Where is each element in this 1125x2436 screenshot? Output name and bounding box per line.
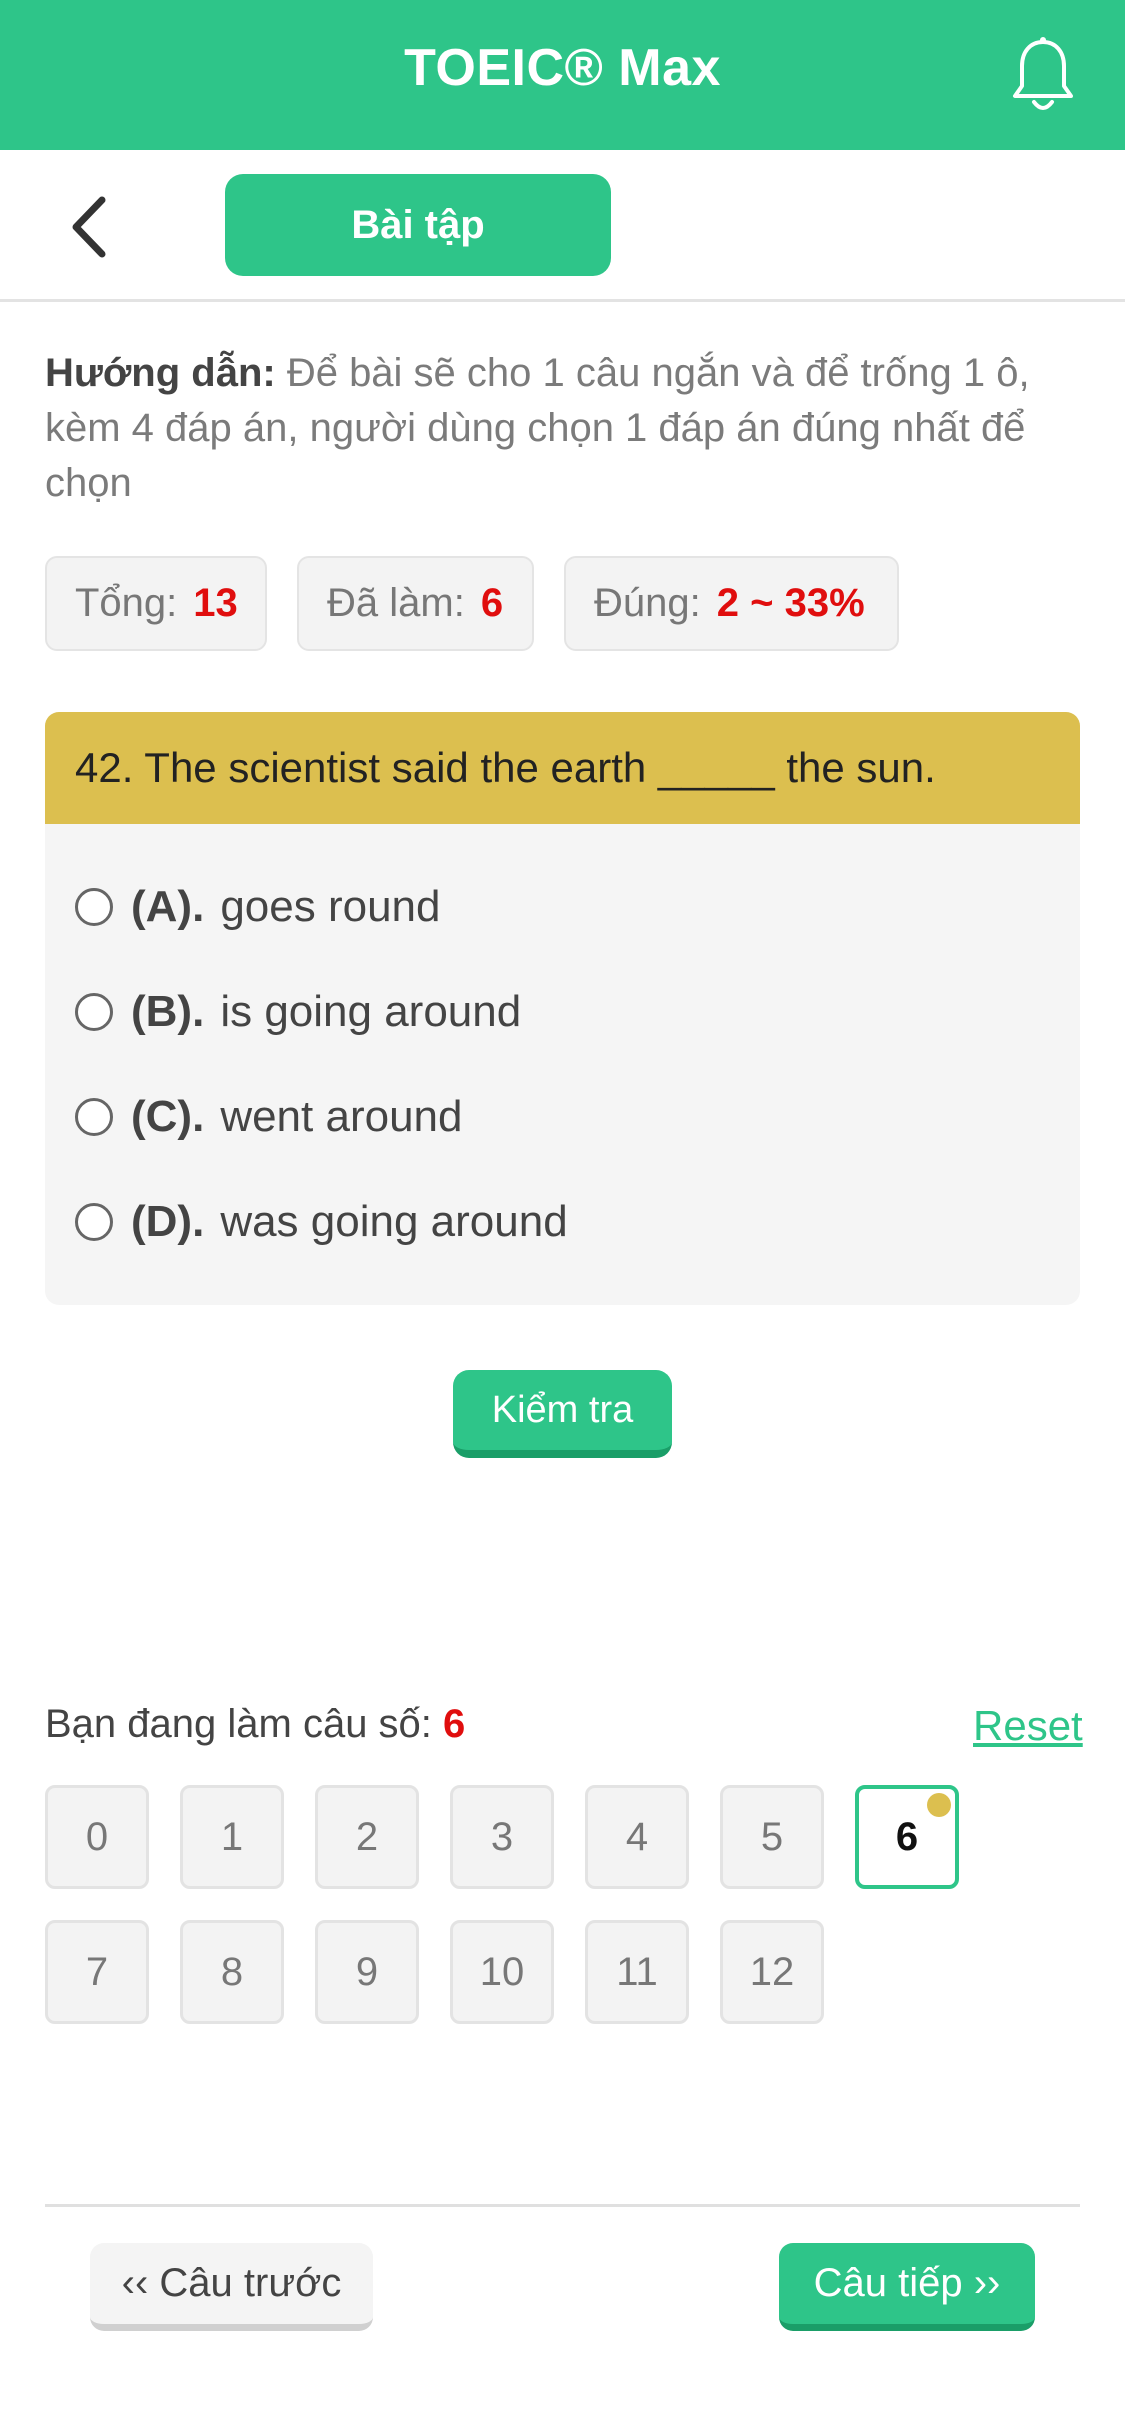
question-number-label: 6 bbox=[895, 1814, 919, 1859]
current-marker-dot bbox=[927, 1793, 951, 1817]
question-text: 42. The scientist said the earth _____ t… bbox=[45, 712, 1080, 824]
sub-header: Bài tập bbox=[0, 150, 1125, 302]
question-number-button[interactable]: 9 bbox=[315, 1920, 419, 2024]
option-text: is going around bbox=[220, 987, 522, 1036]
option-text: was going around bbox=[220, 1197, 568, 1246]
reset-link[interactable]: Reset bbox=[973, 1702, 1083, 1750]
current-question-text: Bạn đang làm câu số: bbox=[45, 1702, 432, 1746]
question-number-button[interactable]: 11 bbox=[585, 1920, 689, 2024]
question-card: 42. The scientist said the earth _____ t… bbox=[45, 712, 1080, 1305]
current-question-number: 6 bbox=[443, 1702, 466, 1746]
stat-done-label: Đã làm: bbox=[327, 581, 465, 625]
next-question-button[interactable]: Câu tiếp ›› bbox=[779, 2243, 1035, 2331]
app-header: TOEIC® Max bbox=[0, 0, 1125, 150]
question-number-button[interactable]: 3 bbox=[450, 1785, 554, 1889]
instructions-label: Hướng dẫn: bbox=[45, 351, 276, 395]
option-text: went around bbox=[220, 1092, 463, 1141]
option-letter: (D). bbox=[131, 1197, 205, 1246]
stat-correct-label: Đúng: bbox=[594, 581, 701, 625]
screen: TOEIC® Max Bài tập Hướng dẫn: Để bài sẽ … bbox=[0, 0, 1125, 2436]
option-letter: (C). bbox=[131, 1092, 205, 1141]
question-number-button[interactable]: 12 bbox=[720, 1920, 824, 2024]
stat-total-value: 13 bbox=[193, 581, 238, 625]
bell-icon[interactable] bbox=[1010, 36, 1076, 116]
stat-total: Tổng: 13 bbox=[45, 556, 267, 651]
option-d[interactable]: (D). was going around bbox=[75, 1192, 568, 1252]
previous-question-button[interactable]: ‹‹ Câu trước bbox=[90, 2243, 373, 2331]
option-letter: (B). bbox=[131, 987, 205, 1036]
stat-done: Đã làm: 6 bbox=[297, 556, 534, 651]
radio-button[interactable] bbox=[75, 888, 113, 926]
current-question-label: Bạn đang làm câu số: 6 bbox=[45, 1702, 465, 1747]
question-number-button[interactable]: 0 bbox=[45, 1785, 149, 1889]
radio-button[interactable] bbox=[75, 1203, 113, 1241]
option-a[interactable]: (A). goes round bbox=[75, 877, 440, 937]
question-number-button[interactable]: 8 bbox=[180, 1920, 284, 2024]
question-number-button-active[interactable]: 6 bbox=[855, 1785, 959, 1889]
question-number-button[interactable]: 4 bbox=[585, 1785, 689, 1889]
question-number-button[interactable]: 2 bbox=[315, 1785, 419, 1889]
check-button[interactable]: Kiểm tra bbox=[453, 1370, 672, 1458]
radio-button[interactable] bbox=[75, 1098, 113, 1136]
stat-total-label: Tổng: bbox=[75, 581, 178, 625]
instructions: Hướng dẫn: Để bài sẽ cho 1 câu ngắn và đ… bbox=[45, 346, 1085, 511]
question-number-button[interactable]: 7 bbox=[45, 1920, 149, 2024]
footer-divider bbox=[45, 2204, 1080, 2207]
option-c[interactable]: (C). went around bbox=[75, 1087, 462, 1147]
tab-bai-tap[interactable]: Bài tập bbox=[225, 174, 611, 276]
stat-correct-value: 2 ~ 33% bbox=[716, 581, 865, 625]
chevron-left-icon[interactable] bbox=[62, 192, 118, 262]
radio-button[interactable] bbox=[75, 993, 113, 1031]
option-letter: (A). bbox=[131, 882, 205, 931]
option-b[interactable]: (B). is going around bbox=[75, 982, 521, 1042]
option-text: goes round bbox=[220, 882, 441, 931]
stat-correct: Đúng: 2 ~ 33% bbox=[564, 556, 899, 651]
app-title: TOEIC® Max bbox=[404, 39, 721, 97]
question-number-button[interactable]: 1 bbox=[180, 1785, 284, 1889]
stat-done-value: 6 bbox=[480, 581, 504, 625]
question-number-button[interactable]: 5 bbox=[720, 1785, 824, 1889]
question-number-button[interactable]: 10 bbox=[450, 1920, 554, 2024]
